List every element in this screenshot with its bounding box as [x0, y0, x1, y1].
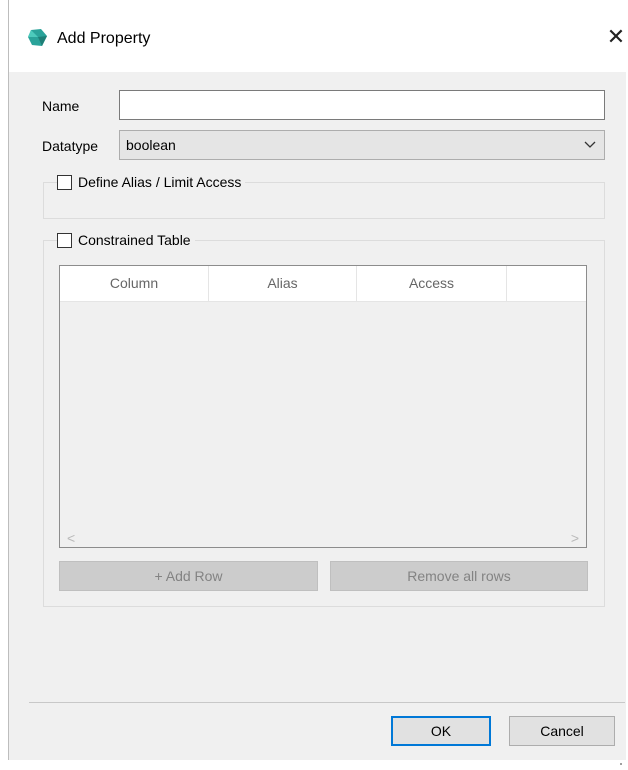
scroll-right-icon[interactable]: > [571, 530, 579, 546]
constrained-checkbox-row[interactable]: Constrained Table [57, 232, 195, 248]
alias-checkbox-row[interactable]: Define Alias / Limit Access [57, 174, 246, 190]
title-bar: Add Property ✕ [9, 0, 628, 72]
datatype-label: Datatype [42, 138, 99, 154]
column-header-access[interactable]: Access [357, 266, 507, 301]
name-input[interactable] [119, 90, 605, 120]
remove-all-rows-button[interactable]: Remove all rows [330, 561, 588, 591]
ok-button[interactable]: OK [391, 716, 491, 746]
window-title: Add Property [57, 30, 151, 47]
chevron-down-icon [582, 136, 598, 152]
datatype-selected-value: boolean [126, 137, 176, 153]
alias-checkbox[interactable] [57, 174, 72, 190]
datatype-select[interactable]: boolean [119, 130, 605, 160]
constrained-table[interactable]: Column Alias Access < > [59, 265, 587, 548]
scroll-left-icon[interactable]: < [67, 530, 75, 546]
add-property-dialog: Add Property ✕ Name Datatype boolean Def… [8, 0, 628, 765]
column-header-column[interactable]: Column [60, 266, 209, 301]
cancel-button[interactable]: Cancel [509, 716, 615, 746]
constrained-checkbox[interactable] [57, 232, 72, 248]
alias-checkbox-label: Define Alias / Limit Access [78, 174, 242, 190]
column-header-alias[interactable]: Alias [209, 266, 357, 301]
close-icon[interactable]: ✕ [601, 22, 628, 52]
footer-divider [29, 702, 625, 703]
resize-grip-icon[interactable] [618, 752, 622, 765]
name-label: Name [42, 98, 80, 114]
add-row-button[interactable]: + Add Row [59, 561, 318, 591]
constrained-checkbox-label: Constrained Table [78, 232, 191, 248]
app-logo-icon [27, 28, 49, 48]
horizontal-scrollbar[interactable]: < > [60, 529, 586, 547]
table-header: Column Alias Access [60, 266, 586, 302]
